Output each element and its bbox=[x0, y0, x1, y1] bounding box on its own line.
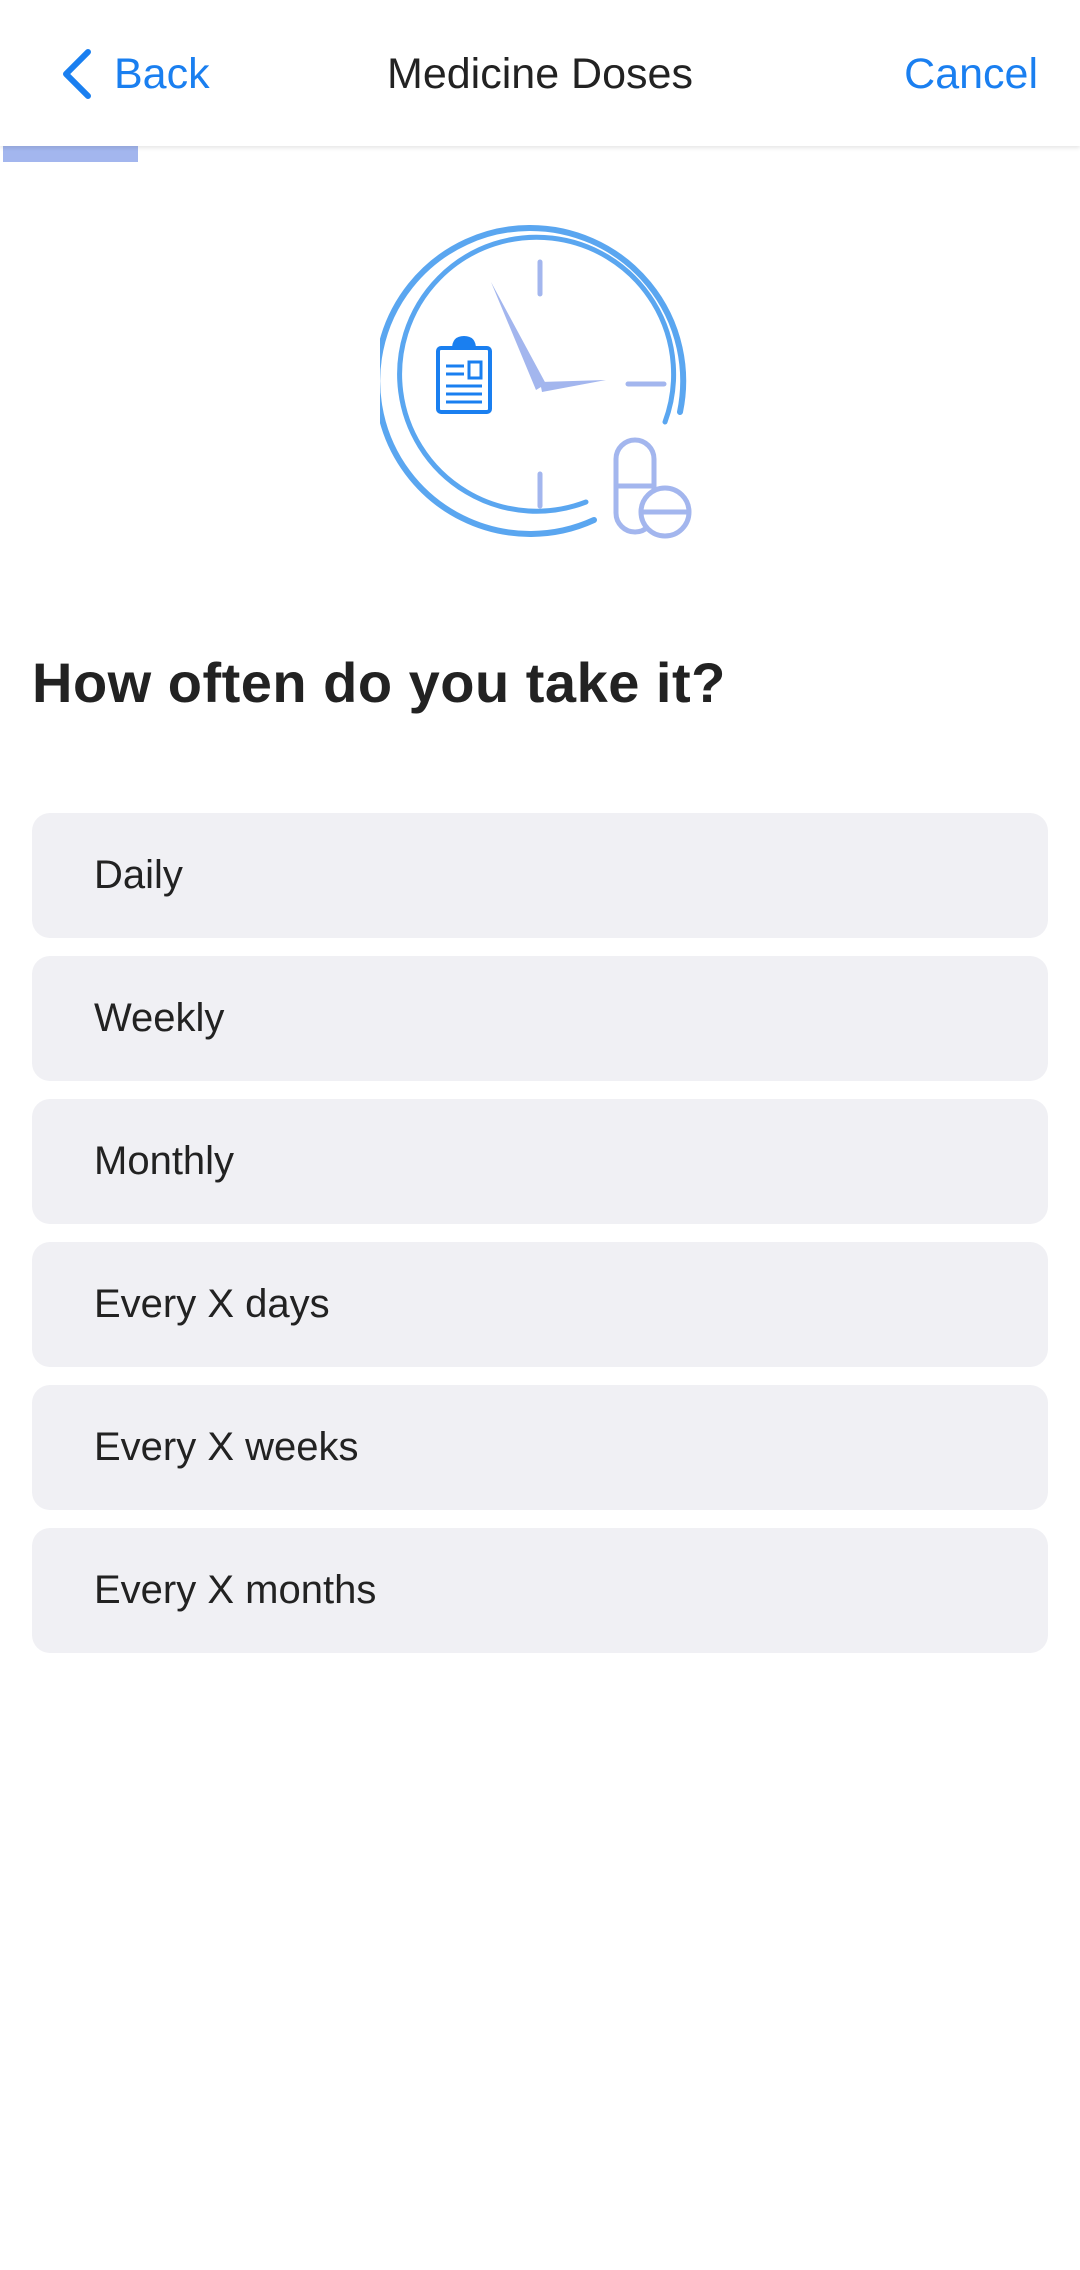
frequency-option-label: Monthly bbox=[94, 1139, 235, 1183]
clock-with-clipboard-and-pill-icon bbox=[380, 225, 692, 539]
progress-bar bbox=[0, 146, 1080, 162]
frequency-option-every-x-weeks[interactable]: Every X weeks bbox=[32, 1385, 1048, 1510]
frequency-option-label: Weekly bbox=[94, 996, 225, 1040]
frequency-option-label: Daily bbox=[94, 853, 183, 897]
frequency-option-every-x-months[interactable]: Every X months bbox=[32, 1528, 1048, 1653]
frequency-option-weekly[interactable]: Weekly bbox=[32, 956, 1048, 1081]
frequency-option-daily[interactable]: Daily bbox=[32, 813, 1048, 938]
frequency-options-list: Daily Weekly Monthly Every X days Every X we… bbox=[32, 813, 1048, 1671]
frequency-option-label: Every X days bbox=[94, 1282, 330, 1326]
frequency-option-label: Every X months bbox=[94, 1568, 377, 1612]
frequency-option-every-x-days[interactable]: Every X days bbox=[32, 1242, 1048, 1367]
cancel-button[interactable]: Cancel bbox=[904, 38, 1038, 110]
back-label: Back bbox=[114, 49, 210, 98]
progress-bar-fill bbox=[3, 146, 138, 162]
navigation-bar: Back Medicine Doses Cancel bbox=[0, 0, 1080, 146]
back-button[interactable]: Back bbox=[60, 38, 210, 110]
chevron-left-icon bbox=[63, 49, 91, 99]
frequency-option-monthly[interactable]: Monthly bbox=[32, 1099, 1048, 1224]
question-heading: How often do you take it? bbox=[32, 651, 726, 714]
frequency-option-label: Every X weeks bbox=[94, 1425, 359, 1469]
